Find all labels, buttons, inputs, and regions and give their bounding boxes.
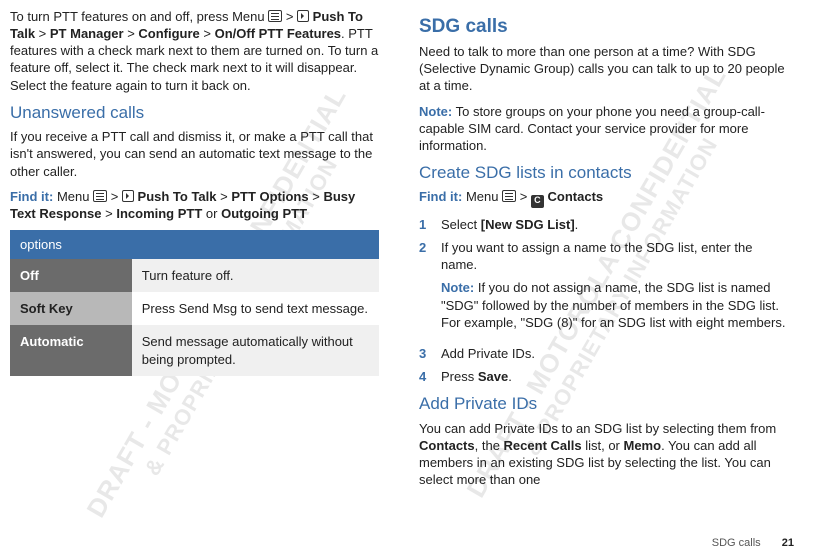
- intro-paragraph: To turn PTT features on and off, press M…: [10, 8, 379, 94]
- left-column: To turn PTT features on and off, press M…: [10, 8, 379, 496]
- sdg-note: Note: To store groups on your phone you …: [419, 103, 788, 154]
- ptt-icon: [122, 190, 134, 202]
- page-footer: SDG calls 21: [712, 537, 794, 549]
- sdg-intro-text: Need to talk to more than one person at …: [419, 43, 788, 94]
- option-value: Turn feature off.: [132, 259, 379, 292]
- menu-icon: [268, 10, 282, 22]
- unanswered-calls-heading: Unanswered calls: [10, 102, 379, 124]
- option-value: Send message automatically without being…: [132, 325, 379, 375]
- option-key: Soft Key: [10, 292, 132, 325]
- option-key: Automatic: [10, 325, 132, 375]
- table-row: Soft Key Press Send Msg to send text mes…: [10, 292, 379, 325]
- find-it-contacts: Find it: Menu > C Contacts: [419, 188, 788, 207]
- sdg-calls-heading: SDG calls: [419, 14, 788, 39]
- options-table: options Off Turn feature off. Soft Key P…: [10, 230, 379, 376]
- footer-section: SDG calls: [712, 537, 761, 549]
- steps-list: 1 Select [New SDG List]. 2 If you want t…: [419, 216, 788, 385]
- list-item: 4 Press Save.: [419, 368, 788, 385]
- contacts-icon: C: [531, 195, 544, 208]
- create-sdg-heading: Create SDG lists in contacts: [419, 162, 788, 184]
- add-private-ids-text: You can add Private IDs to an SDG list b…: [419, 420, 788, 489]
- find-it-path: Find it: Menu > Push To Talk > PTT Optio…: [10, 188, 379, 222]
- table-row: Automatic Send message automatically wit…: [10, 325, 379, 375]
- list-item: 1 Select [New SDG List].: [419, 216, 788, 233]
- option-value: Press Send Msg to send text message.: [132, 292, 379, 325]
- option-key: Off: [10, 259, 132, 292]
- list-item: 3 Add Private IDs.: [419, 345, 788, 362]
- table-row: Off Turn feature off.: [10, 259, 379, 292]
- unanswered-text: If you receive a PTT call and dismiss it…: [10, 128, 379, 179]
- add-private-ids-heading: Add Private IDs: [419, 393, 788, 415]
- menu-icon: [93, 190, 107, 202]
- ptt-icon: [297, 10, 309, 22]
- page-number: 21: [782, 537, 794, 549]
- menu-icon: [502, 190, 516, 202]
- list-item: 2 If you want to assign a name to the SD…: [419, 239, 788, 339]
- options-header: options: [10, 230, 132, 259]
- right-column: SDG calls Need to talk to more than one …: [419, 8, 788, 496]
